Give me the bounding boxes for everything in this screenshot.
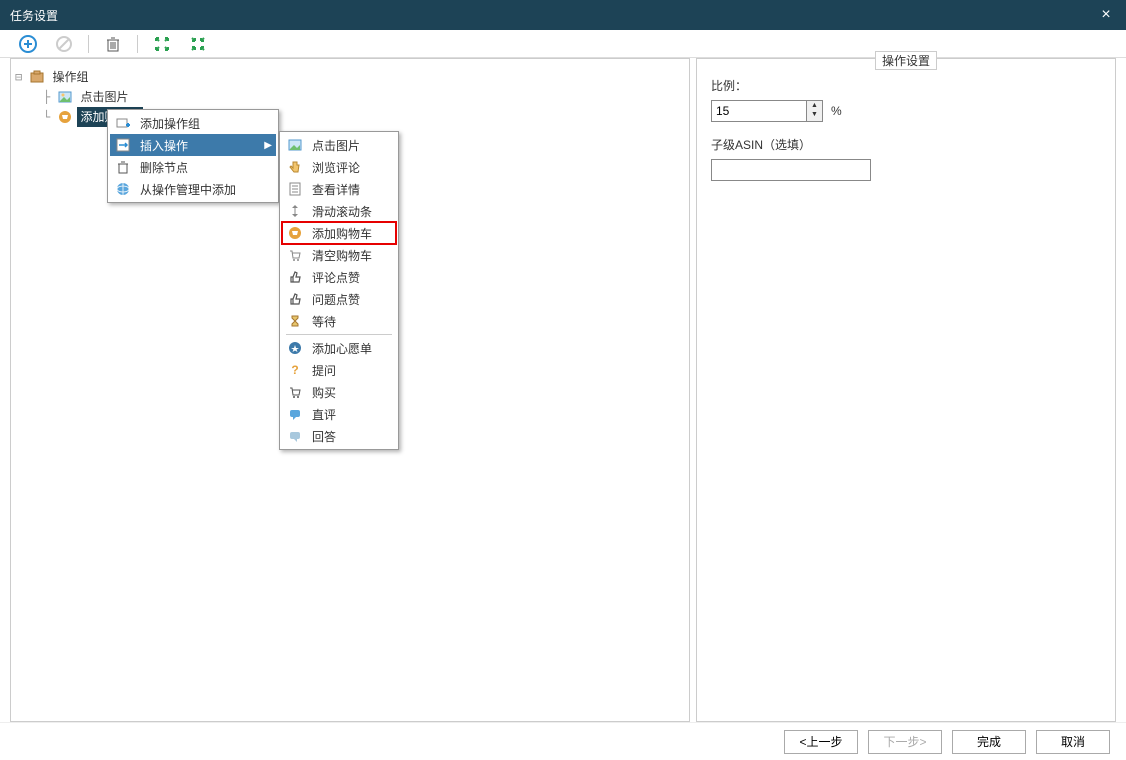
submenu-view-detail[interactable]: 查看详情 <box>282 178 396 200</box>
chevron-up-icon: ▲ <box>807 101 822 110</box>
chat-icon <box>286 405 304 423</box>
tree-item-label: 点击图片 <box>77 87 131 107</box>
submenu-browse-review[interactable]: 浏览评论 <box>282 156 396 178</box>
collapse-button[interactable] <box>180 32 216 56</box>
answer-icon <box>286 427 304 445</box>
tree-panel: ⊟ 操作组 ├ 点击图片 └ 添加购物车 <box>10 58 690 722</box>
submenu-wishlist[interactable]: 添加心愿单 <box>282 337 396 359</box>
hand-icon <box>286 158 304 176</box>
cart-icon <box>286 224 304 242</box>
chevron-right-icon: ▶ <box>264 140 272 151</box>
ratio-input[interactable] <box>711 100 807 122</box>
group-icon <box>29 69 45 85</box>
titlebar: 任务设置 × <box>0 0 1126 30</box>
trash-icon <box>114 158 132 176</box>
image-icon <box>57 89 73 105</box>
ratio-spinner[interactable]: ▲ ▼ <box>807 100 823 122</box>
next-button: 下一步> <box>868 730 942 754</box>
add-group-icon <box>114 114 132 132</box>
content-area: ⊟ 操作组 ├ 点击图片 └ 添加购物车 <box>0 58 1126 722</box>
expand-button[interactable] <box>144 32 180 56</box>
buy-icon <box>286 383 304 401</box>
wishlist-icon <box>286 339 304 357</box>
panel-legend: 操作设置 <box>875 51 937 70</box>
disabled-circle-icon <box>55 35 73 53</box>
tree-root[interactable]: ⊟ 操作组 <box>15 67 685 87</box>
thumbs-up-icon <box>286 290 304 308</box>
submenu-answer[interactable]: 回答 <box>282 425 396 447</box>
trash-icon <box>105 36 121 52</box>
ratio-input-group: ▲ ▼ % <box>711 100 842 122</box>
menu-add-group[interactable]: 添加操作组 <box>110 112 276 134</box>
menu-insert-action[interactable]: 插入操作 ▶ <box>110 134 276 156</box>
insert-icon <box>114 136 132 154</box>
submenu-wait[interactable]: 等待 <box>282 310 396 332</box>
question-icon: ? <box>286 361 304 379</box>
asin-label: 子级ASIN（选填） <box>711 136 1101 153</box>
prev-button[interactable]: <上一步 <box>784 730 858 754</box>
submenu-click-image[interactable]: 点击图片 <box>282 134 396 156</box>
submenu-like-review[interactable]: 评论点赞 <box>282 266 396 288</box>
window-title: 任务设置 <box>10 7 58 24</box>
globe-icon <box>114 180 132 198</box>
settings-panel: 操作设置 比例： ▲ ▼ % 子级ASIN（选填） <box>696 58 1116 722</box>
image-icon <box>286 136 304 154</box>
submenu-scroll[interactable]: 滑动滚动条 <box>282 200 396 222</box>
submenu-like-question[interactable]: 问题点赞 <box>282 288 396 310</box>
collapse-icon <box>190 36 206 52</box>
submenu: 点击图片 浏览评论 查看详情 滑动滚动条 添加购物车 清空购物车 <box>279 131 399 450</box>
asin-input[interactable] <box>711 159 871 181</box>
hourglass-icon <box>286 312 304 330</box>
cancel-button[interactable]: 取消 <box>1036 730 1110 754</box>
submenu-clear-cart[interactable]: 清空购物车 <box>282 244 396 266</box>
close-icon[interactable]: × <box>1096 6 1116 24</box>
submenu-ask[interactable]: ? 提问 <box>282 359 396 381</box>
context-menu: 添加操作组 插入操作 ▶ 删除节点 从操作管理中添加 <box>107 109 279 203</box>
clear-cart-icon <box>286 246 304 264</box>
add-button[interactable] <box>10 32 46 56</box>
svg-text:?: ? <box>291 363 298 377</box>
scroll-icon <box>286 202 304 220</box>
chevron-down-icon: ▼ <box>807 110 822 119</box>
toolbar <box>0 30 1126 58</box>
submenu-add-cart[interactable]: 添加购物车 <box>282 222 396 244</box>
menu-delete-node[interactable]: 删除节点 <box>110 156 276 178</box>
disabled-button <box>46 32 82 56</box>
submenu-buy[interactable]: 购买 <box>282 381 396 403</box>
delete-button[interactable] <box>95 32 131 56</box>
tree-item[interactable]: ├ 点击图片 <box>15 87 685 107</box>
thumbs-up-icon <box>286 268 304 286</box>
cart-icon <box>57 109 73 125</box>
menu-separator <box>286 334 392 335</box>
plus-circle-icon <box>19 35 37 53</box>
document-icon <box>286 180 304 198</box>
finish-button[interactable]: 完成 <box>952 730 1026 754</box>
separator <box>137 35 138 53</box>
tree-root-label: 操作组 <box>49 67 91 87</box>
separator <box>88 35 89 53</box>
menu-add-from-manager[interactable]: 从操作管理中添加 <box>110 178 276 200</box>
submenu-direct-review[interactable]: 直评 <box>282 403 396 425</box>
expand-icon <box>154 36 170 52</box>
ratio-label: 比例： <box>711 77 1101 94</box>
ratio-unit: % <box>831 104 842 118</box>
footer: <上一步 下一步> 完成 取消 <box>0 722 1126 760</box>
